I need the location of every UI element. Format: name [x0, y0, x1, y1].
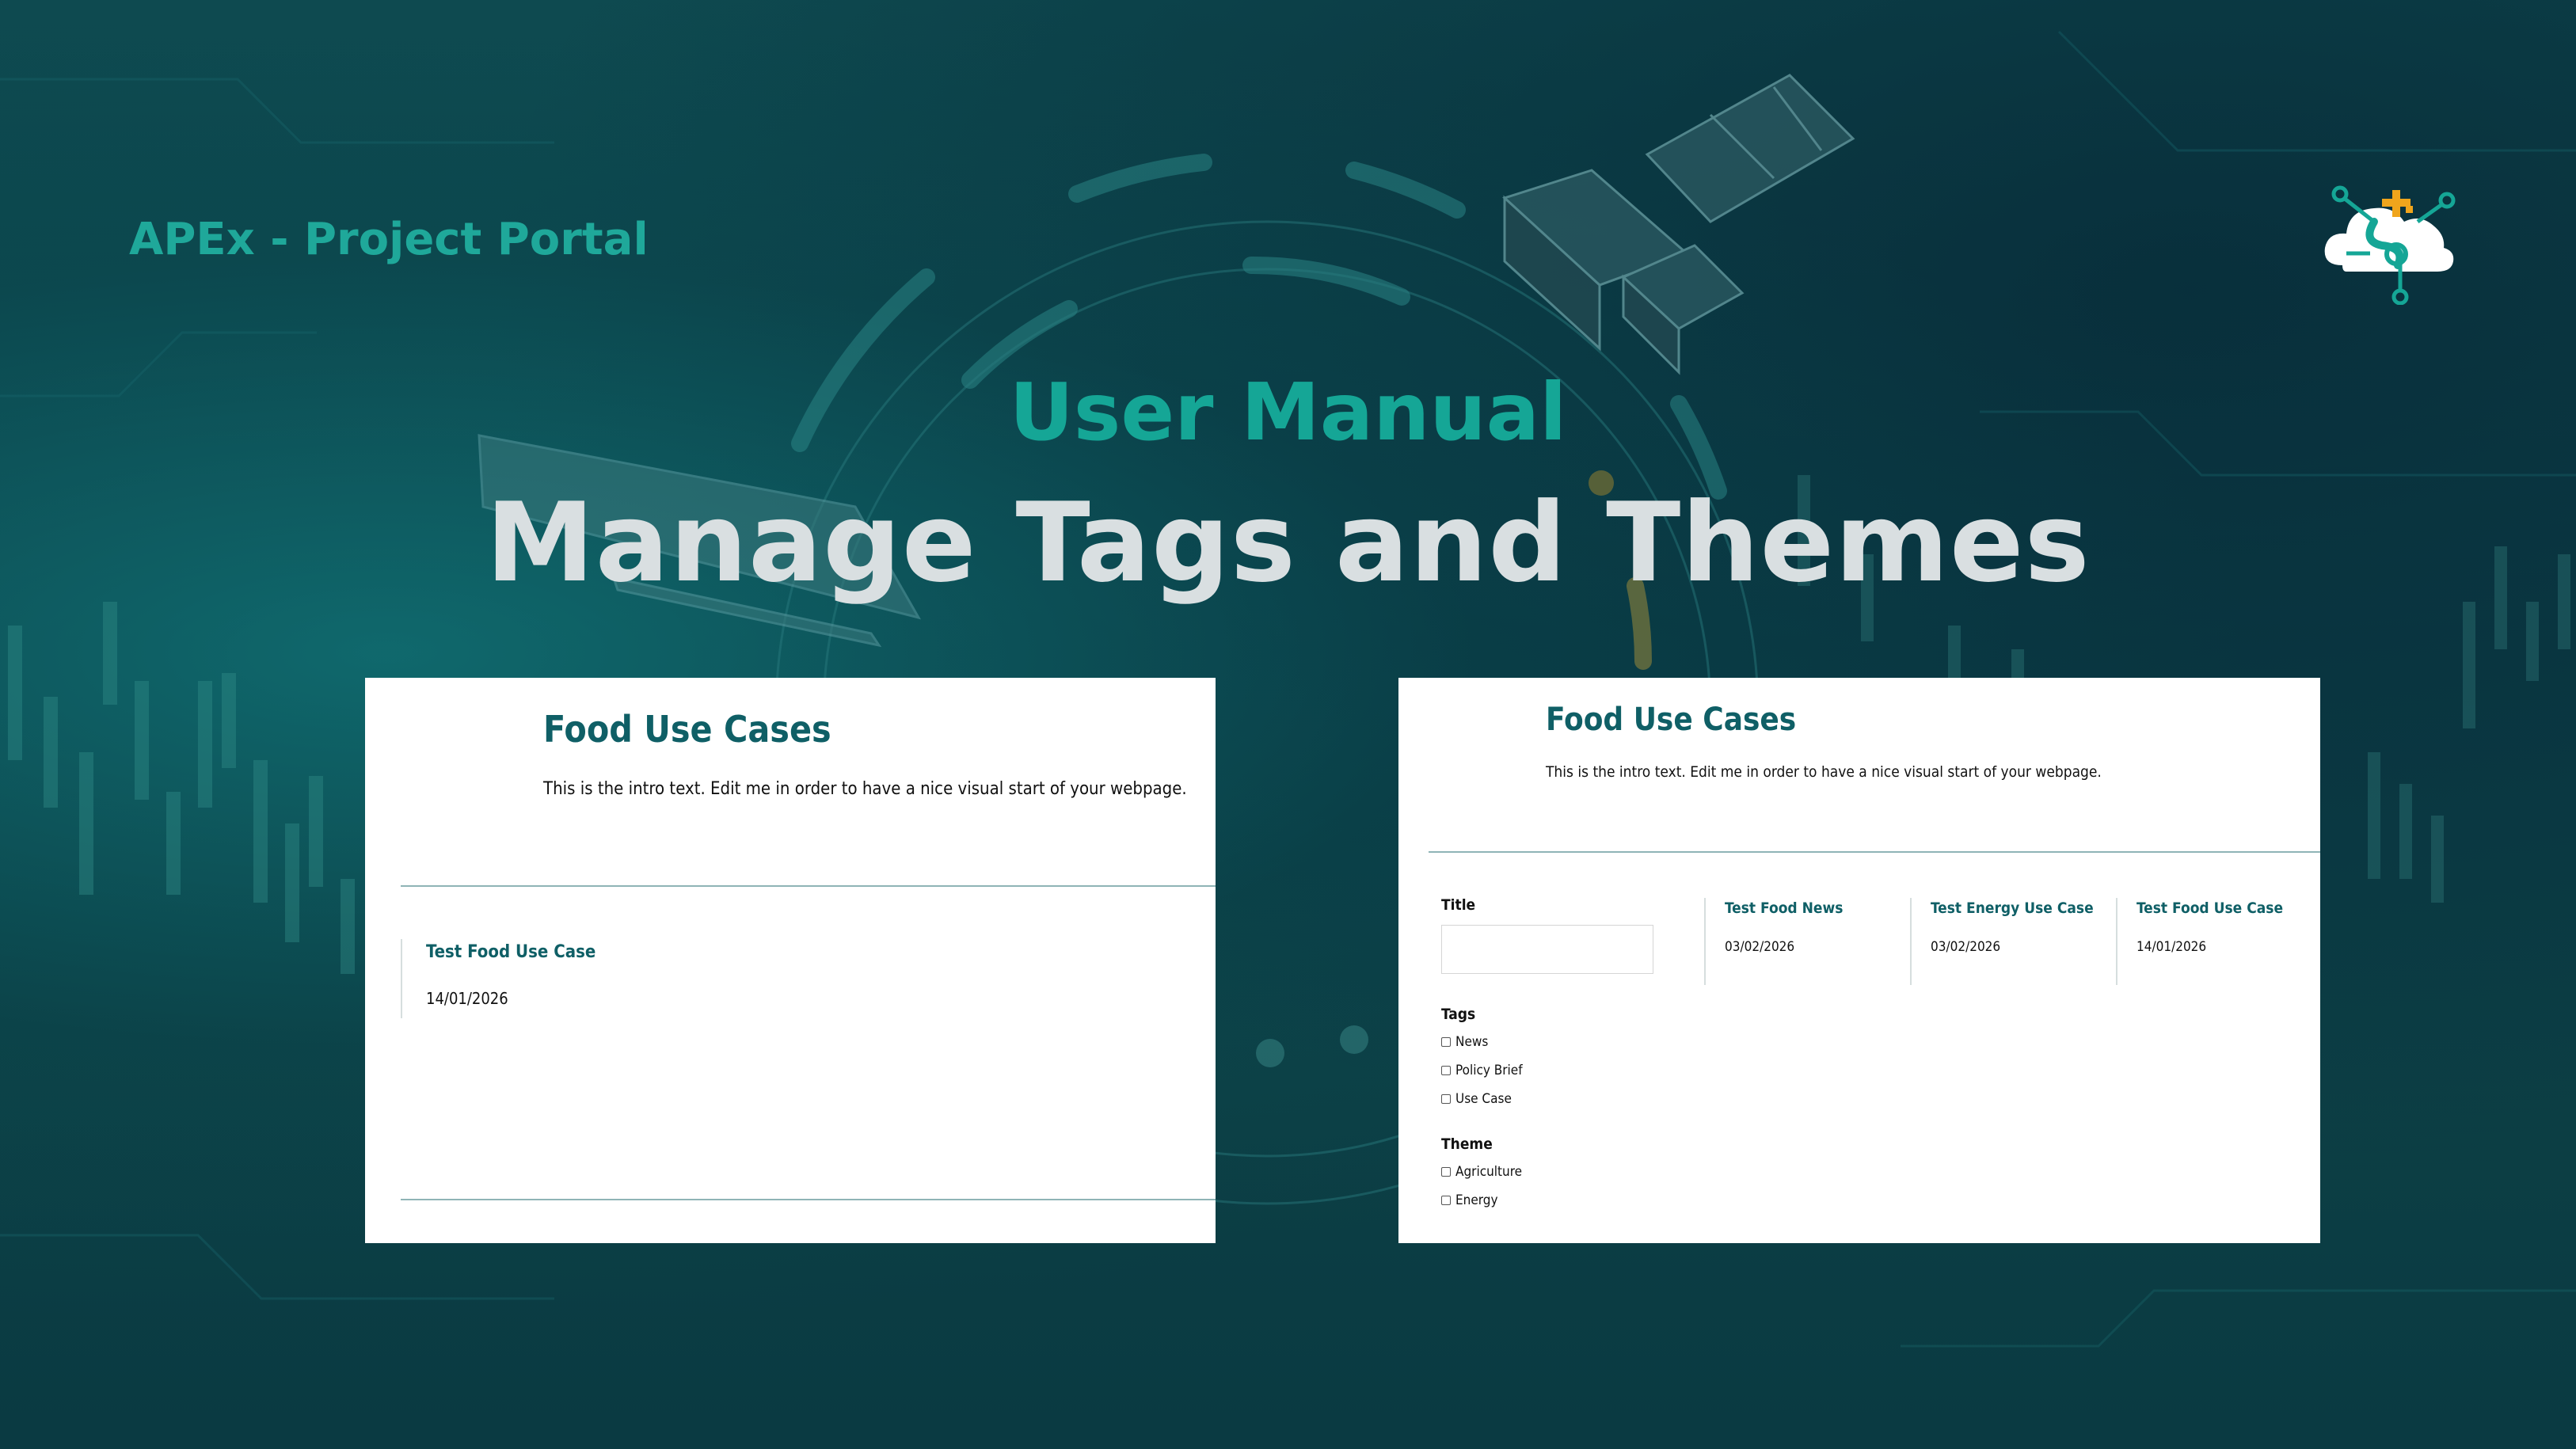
theme-checkbox-energy[interactable]: Energy — [1441, 1191, 1671, 1210]
checkbox[interactable] — [1441, 1066, 1451, 1075]
checkbox[interactable] — [1441, 1196, 1451, 1205]
left-panel-intro: This is the intro text. Edit me in order… — [543, 779, 1187, 799]
filter-sidebar: Title Tags News Policy Brief Use Case Th… — [1441, 896, 1671, 1210]
result-date: 03/02/2026 — [1725, 939, 1795, 955]
result-card[interactable]: Test Food News 03/02/2026 — [1704, 898, 1899, 985]
tag-checkbox-use-case[interactable]: Use Case — [1441, 1090, 1671, 1109]
subtitle: User Manual — [1009, 366, 1567, 458]
right-panel-heading: Food Use Cases — [1546, 702, 1797, 738]
title-filter-label: Title — [1441, 896, 1476, 914]
result-title[interactable]: Test Food News — [1725, 898, 1899, 918]
checkbox[interactable] — [1441, 1037, 1451, 1047]
list-item[interactable]: Test Food Use Case 14/01/2026 — [401, 939, 595, 1018]
list-item-title[interactable]: Test Food Use Case — [426, 942, 595, 962]
result-title[interactable]: Test Food Use Case — [2137, 898, 2311, 918]
checkbox[interactable] — [1441, 1167, 1451, 1177]
tags-filter-group: Tags News Policy Brief Use Case — [1441, 1006, 1671, 1109]
apex-cloud-logo-icon — [2319, 178, 2461, 306]
tag-checkbox-policy-brief[interactable]: Policy Brief — [1441, 1061, 1671, 1080]
checkbox[interactable] — [1441, 1094, 1451, 1104]
divider — [1429, 851, 2320, 853]
result-date: 14/01/2026 — [2137, 939, 2207, 955]
portal-title: APEx - Project Portal — [129, 214, 649, 265]
list-item-date: 14/01/2026 — [426, 989, 508, 1008]
theme-filter-label: Theme — [1441, 1135, 1493, 1153]
divider — [401, 1199, 1216, 1200]
theme-filter-group: Theme Agriculture Energy — [1441, 1135, 1671, 1210]
tag-checkbox-news[interactable]: News — [1441, 1033, 1671, 1052]
title-filter-input[interactable] — [1441, 925, 1653, 974]
right-screenshot-panel: Food Use Cases This is the intro text. E… — [1398, 678, 2320, 1243]
result-card[interactable]: Test Food Use Case 14/01/2026 — [2116, 898, 2311, 985]
divider — [401, 885, 1216, 887]
checkbox-label: Energy — [1455, 1192, 1498, 1208]
left-screenshot-panel: Food Use Cases This is the intro text. E… — [365, 678, 1216, 1243]
result-title[interactable]: Test Energy Use Case — [1931, 898, 2105, 918]
checkbox-label: News — [1455, 1034, 1489, 1050]
checkbox-label: Policy Brief — [1455, 1063, 1523, 1078]
result-card[interactable]: Test Energy Use Case 03/02/2026 — [1910, 898, 2105, 985]
checkbox-label: Use Case — [1455, 1091, 1512, 1107]
result-date: 03/02/2026 — [1931, 939, 2001, 955]
left-panel-heading: Food Use Cases — [543, 708, 831, 751]
checkbox-label: Agriculture — [1455, 1164, 1523, 1180]
theme-checkbox-agriculture[interactable]: Agriculture — [1441, 1162, 1671, 1181]
tags-filter-label: Tags — [1441, 1006, 1476, 1023]
page-title: Manage Tags and Themes — [485, 479, 2091, 607]
right-panel-intro: This is the intro text. Edit me in order… — [1546, 763, 2102, 781]
